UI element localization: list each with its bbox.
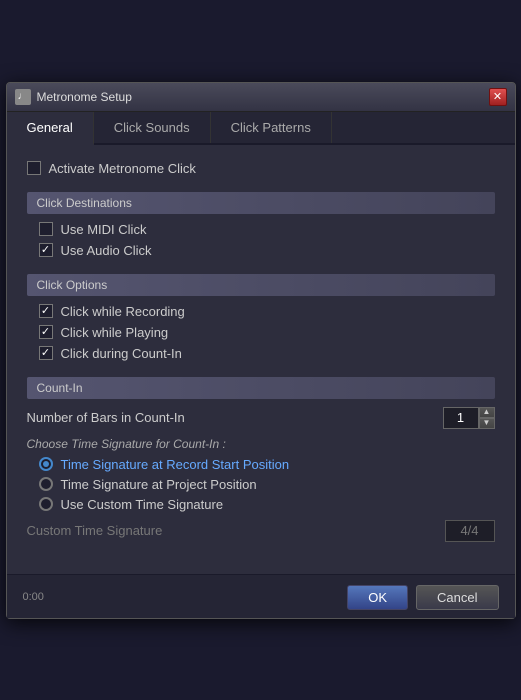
click-while-playing-checkbox[interactable] [39, 325, 53, 339]
custom-sig-label: Custom Time Signature [27, 523, 163, 538]
metronome-setup-window: ♩ Metronome Setup ✕ General Click Sounds… [6, 82, 516, 619]
click-options-section: Click Options Click while Recording Clic… [27, 274, 495, 361]
radio-custom[interactable] [39, 497, 53, 511]
use-audio-label: Use Audio Click [61, 243, 152, 258]
click-during-count-in-row: Click during Count-In [39, 346, 495, 361]
use-audio-row: Use Audio Click [39, 243, 495, 258]
click-during-count-in-checkbox[interactable] [39, 346, 53, 360]
click-while-playing-label: Click while Playing [61, 325, 169, 340]
custom-sig-input[interactable] [445, 520, 495, 542]
count-in-header: Count-In [27, 377, 495, 399]
activate-row: Activate Metronome Click [27, 161, 495, 176]
tab-click-sounds[interactable]: Click Sounds [94, 112, 211, 143]
radio-custom-label: Use Custom Time Signature [61, 497, 224, 512]
radio-project-pos-row: Time Signature at Project Position [39, 477, 495, 492]
activate-label: Activate Metronome Click [49, 161, 196, 176]
cancel-button[interactable]: Cancel [416, 585, 498, 610]
click-options-header: Click Options [27, 274, 495, 296]
radio-project-pos-label: Time Signature at Project Position [61, 477, 257, 492]
tab-bar: General Click Sounds Click Patterns [7, 112, 515, 145]
click-during-count-in-label: Click during Count-In [61, 346, 182, 361]
bars-label: Number of Bars in Count-In [27, 410, 185, 425]
bars-input[interactable] [443, 407, 479, 429]
click-destinations-section: Click Destinations Use MIDI Click Use Au… [27, 192, 495, 258]
footer: 0:00 OK Cancel [7, 574, 515, 618]
ok-button[interactable]: OK [347, 585, 408, 610]
radio-custom-row: Use Custom Time Signature [39, 497, 495, 512]
close-button[interactable]: ✕ [489, 88, 507, 106]
count-in-section: Count-In Number of Bars in Count-In ▲ ▼ … [27, 377, 495, 542]
click-while-playing-row: Click while Playing [39, 325, 495, 340]
activate-checkbox[interactable] [27, 161, 41, 175]
bars-spinner: ▲ ▼ [443, 407, 495, 429]
custom-sig-row: Custom Time Signature [27, 520, 495, 542]
use-midi-label: Use MIDI Click [61, 222, 147, 237]
spinner-buttons: ▲ ▼ [479, 407, 495, 429]
choose-time-sig-label: Choose Time Signature for Count-In : [27, 437, 495, 451]
window-title: Metronome Setup [37, 90, 489, 104]
window-icon: ♩ [15, 89, 31, 105]
time-display: 0:00 [23, 591, 44, 603]
spinner-up-button[interactable]: ▲ [479, 407, 495, 418]
click-while-recording-label: Click while Recording [61, 304, 185, 319]
tab-click-patterns[interactable]: Click Patterns [211, 112, 332, 143]
click-destinations-header: Click Destinations [27, 192, 495, 214]
title-bar: ♩ Metronome Setup ✕ [7, 83, 515, 112]
radio-record-start[interactable] [39, 457, 53, 471]
use-midi-checkbox[interactable] [39, 222, 53, 236]
bars-row: Number of Bars in Count-In ▲ ▼ [27, 407, 495, 429]
use-midi-row: Use MIDI Click [39, 222, 495, 237]
use-audio-checkbox[interactable] [39, 243, 53, 257]
radio-record-start-row: Time Signature at Record Start Position [39, 457, 495, 472]
tab-general[interactable]: General [7, 112, 94, 145]
radio-record-start-label: Time Signature at Record Start Position [61, 457, 290, 472]
click-while-recording-row: Click while Recording [39, 304, 495, 319]
radio-project-pos[interactable] [39, 477, 53, 491]
spinner-down-button[interactable]: ▼ [479, 418, 495, 429]
click-while-recording-checkbox[interactable] [39, 304, 53, 318]
tab-content-general: Activate Metronome Click Click Destinati… [7, 145, 515, 574]
